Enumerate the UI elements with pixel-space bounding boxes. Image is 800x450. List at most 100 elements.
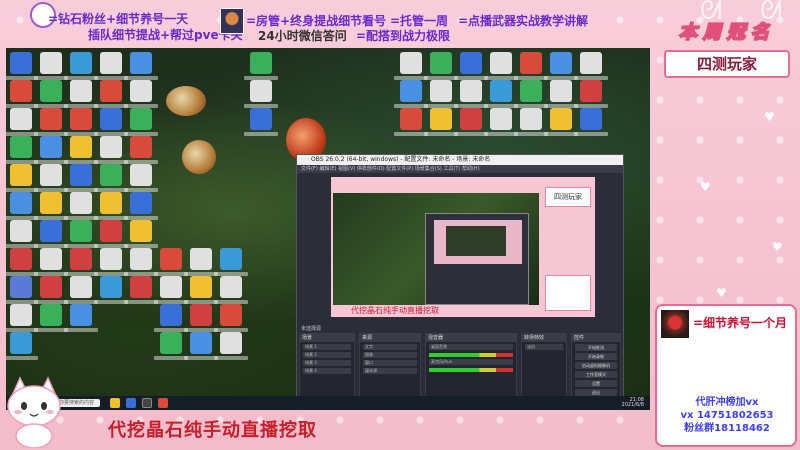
app-icon[interactable] <box>484 108 518 136</box>
app-icon[interactable] <box>34 52 68 80</box>
app-icon[interactable] <box>214 276 248 304</box>
virtual-camera-button[interactable]: 启动虚拟摄像机 <box>575 362 617 369</box>
app-icon[interactable] <box>184 304 218 332</box>
app-icon[interactable] <box>6 192 38 220</box>
app-icon[interactable] <box>124 276 158 304</box>
obs-window-title[interactable]: OBS 26.0.2 (64-bit, windows) - 配置文件: 未命名… <box>297 155 623 165</box>
app-icon[interactable] <box>34 304 68 332</box>
app-icon[interactable] <box>124 52 158 80</box>
app-icon[interactable] <box>184 332 218 360</box>
scene-item[interactable]: 场景 4 <box>303 368 351 374</box>
app-icon[interactable] <box>6 52 38 80</box>
app-icon[interactable] <box>94 80 128 108</box>
app-icon[interactable] <box>64 52 98 80</box>
app-icon[interactable] <box>34 248 68 276</box>
app-icon[interactable] <box>424 108 458 136</box>
source-item[interactable]: 文字 <box>363 344 417 350</box>
app-icon[interactable] <box>94 248 128 276</box>
app-icon[interactable] <box>34 80 68 108</box>
app-icon[interactable] <box>6 332 38 360</box>
app-icon[interactable] <box>394 52 428 80</box>
app-icon[interactable] <box>424 80 458 108</box>
app-icon[interactable] <box>6 220 38 248</box>
app-icon[interactable] <box>394 108 428 136</box>
app-icon[interactable] <box>124 220 158 248</box>
app-icon[interactable] <box>184 248 218 276</box>
app-icon[interactable] <box>64 164 98 192</box>
app-icon[interactable] <box>6 136 38 164</box>
source-item[interactable]: 媒体源 <box>363 368 417 374</box>
app-icon[interactable] <box>244 108 278 136</box>
start-recording-button[interactable]: 开始录制 <box>575 353 617 360</box>
app-icon[interactable] <box>6 80 38 108</box>
exit-button[interactable]: 退出 <box>575 389 617 396</box>
app-icon[interactable] <box>124 164 158 192</box>
app-icon[interactable] <box>34 164 68 192</box>
app-icon[interactable] <box>454 52 488 80</box>
app-icon[interactable] <box>94 136 128 164</box>
app-icon[interactable] <box>514 52 548 80</box>
source-item[interactable]: 窗口 <box>363 360 417 366</box>
app-icon[interactable] <box>64 304 98 332</box>
app-icon[interactable] <box>94 108 128 136</box>
scene-item[interactable]: 场景 1 <box>303 344 351 350</box>
app-icon[interactable] <box>94 192 128 220</box>
settings-button[interactable]: 设置 <box>575 380 617 387</box>
app-icon[interactable] <box>64 192 98 220</box>
app-icon[interactable] <box>94 220 128 248</box>
app-icon[interactable] <box>544 80 578 108</box>
app-icon[interactable] <box>94 164 128 192</box>
app-icon[interactable] <box>64 220 98 248</box>
app-icon[interactable] <box>394 80 428 108</box>
app-icon[interactable] <box>544 52 578 80</box>
transition-select[interactable]: 淡出 <box>525 344 563 350</box>
browser-icon[interactable] <box>126 398 136 408</box>
app-icon[interactable] <box>34 192 68 220</box>
app-icon[interactable] <box>124 192 158 220</box>
studio-mode-button[interactable]: 工作室模式 <box>575 371 617 378</box>
app-icon[interactable] <box>124 136 158 164</box>
app-icon[interactable] <box>544 108 578 136</box>
app-icon[interactable] <box>34 220 68 248</box>
app-icon[interactable] <box>454 80 488 108</box>
app-icon[interactable] <box>64 80 98 108</box>
app-icon[interactable] <box>6 248 38 276</box>
app-icon[interactable] <box>6 108 38 136</box>
app-icon[interactable] <box>214 332 248 360</box>
app-icon[interactable] <box>244 80 278 108</box>
app-icon[interactable] <box>514 108 548 136</box>
app-icon[interactable] <box>574 52 608 80</box>
app-icon[interactable] <box>154 276 188 304</box>
app-icon[interactable] <box>154 304 188 332</box>
obs-window[interactable]: OBS 26.0.2 (64-bit, windows) - 配置文件: 未命名… <box>296 154 624 410</box>
app-icon[interactable] <box>64 248 98 276</box>
obs-preview[interactable]: 四测玩家 代挖晶石纯手动直播挖取 <box>331 177 595 317</box>
app-icon[interactable] <box>424 52 458 80</box>
app-icon[interactable] <box>244 52 278 80</box>
app-icon[interactable] <box>574 108 608 136</box>
scene-item[interactable]: 场景 3 <box>303 360 351 366</box>
app-icon[interactable] <box>94 52 128 80</box>
app-icon[interactable] <box>94 276 128 304</box>
app-icon[interactable] <box>34 276 68 304</box>
app-icon[interactable] <box>484 80 518 108</box>
app-icon[interactable] <box>214 304 248 332</box>
start-streaming-button[interactable]: 开始推流 <box>575 344 617 351</box>
app-icon[interactable] <box>6 164 38 192</box>
app-icon[interactable] <box>154 248 188 276</box>
app-icon[interactable] <box>6 276 38 304</box>
app-icon[interactable] <box>64 136 98 164</box>
app-icon[interactable] <box>484 52 518 80</box>
app-icon[interactable] <box>454 108 488 136</box>
source-item[interactable]: 图像 <box>363 352 417 358</box>
scene-item[interactable]: 场景 2 <box>303 352 351 358</box>
app-icon[interactable] <box>34 136 68 164</box>
app-icon[interactable] <box>154 332 188 360</box>
app-taskbar-icon[interactable] <box>158 398 168 408</box>
app-icon[interactable] <box>124 108 158 136</box>
system-tray-clock[interactable]: 21:08 2021/6/8 <box>622 398 644 408</box>
app-icon[interactable] <box>184 276 218 304</box>
file-explorer-icon[interactable] <box>110 398 120 408</box>
app-icon[interactable] <box>124 248 158 276</box>
app-icon[interactable] <box>514 80 548 108</box>
